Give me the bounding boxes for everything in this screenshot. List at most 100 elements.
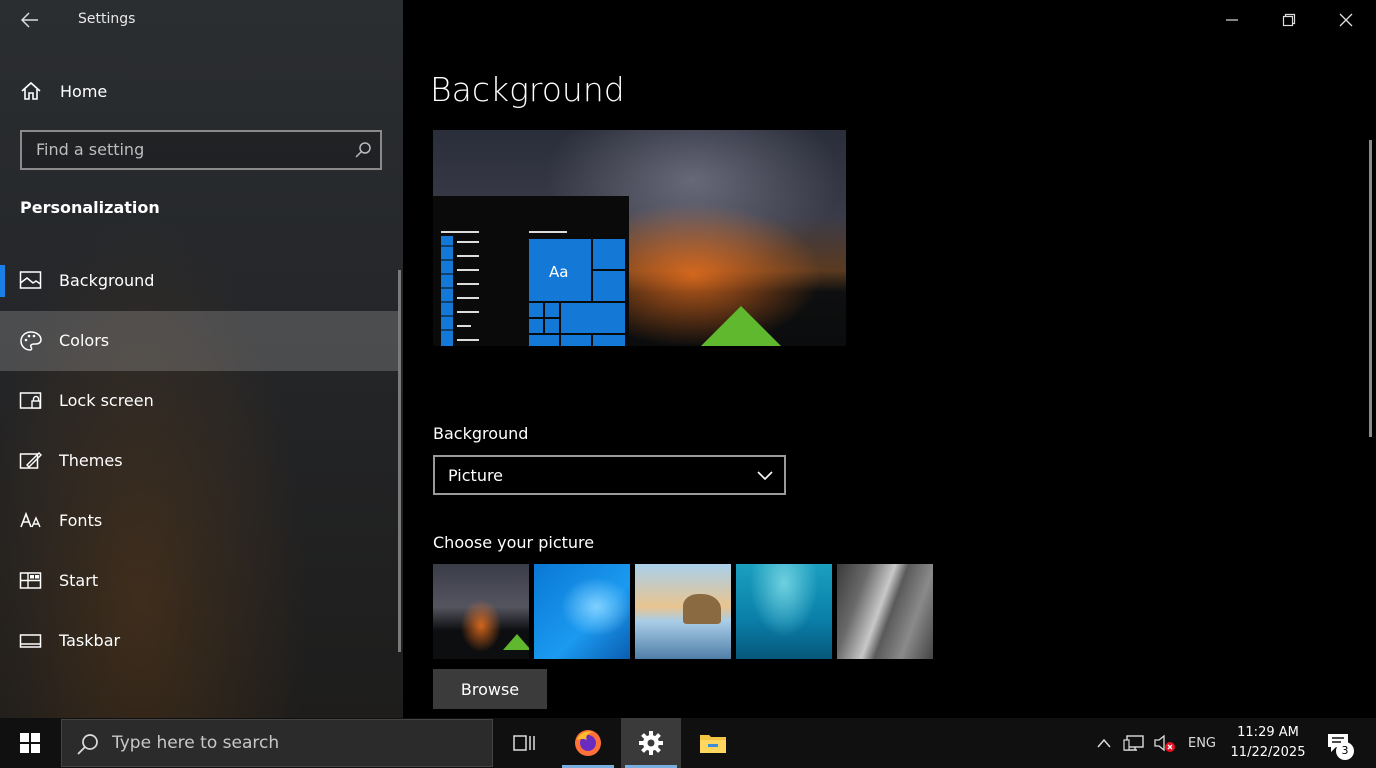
preview-tile-text: Aa — [549, 263, 569, 281]
taskbar: ENG 11:29 AM 11/22/2025 3 — [0, 718, 1376, 768]
volume-muted-icon — [1154, 734, 1175, 752]
show-hidden-icons-button[interactable] — [1092, 718, 1116, 768]
network-tray-button[interactable] — [1121, 718, 1147, 768]
close-icon — [1339, 13, 1353, 27]
browse-button[interactable]: Browse — [433, 669, 547, 709]
palette-icon — [20, 331, 42, 351]
chevron-up-icon — [1097, 738, 1111, 748]
background-preview: Aa — [433, 130, 846, 346]
firefox-taskbar-button[interactable] — [558, 718, 618, 768]
network-icon — [1123, 735, 1144, 751]
nav-item-start[interactable]: Start — [0, 551, 398, 611]
nav-item-label: Background — [59, 271, 155, 290]
preview-tile — [529, 335, 559, 346]
home-icon — [21, 81, 41, 100]
minimize-icon — [1226, 19, 1238, 21]
task-view-icon — [513, 735, 535, 751]
notification-count-badge: 3 — [1336, 742, 1354, 760]
picture-thumbnail-night-sky[interactable] — [433, 564, 529, 659]
preview-tent-graphic — [701, 306, 781, 346]
nav-item-label: Fonts — [59, 511, 103, 530]
preview-tile — [561, 335, 591, 346]
picture-thumbnail-rock-cliff[interactable] — [837, 564, 933, 659]
nav-item-label: Colors — [59, 331, 110, 350]
nav-item-label: Themes — [59, 451, 123, 470]
main-scrollbar[interactable] — [1369, 140, 1372, 437]
picture-thumbnail-underwater[interactable] — [736, 564, 832, 659]
dropdown-selected-value: Picture — [448, 466, 504, 485]
nav-item-label: Taskbar — [59, 631, 121, 650]
fonts-icon — [20, 511, 41, 528]
folder-icon — [700, 735, 726, 753]
themes-icon — [19, 452, 42, 469]
search-icon[interactable] — [354, 141, 372, 159]
find-setting-input[interactable] — [36, 140, 336, 159]
windows-logo-icon — [20, 733, 40, 753]
nav-item-lock-screen[interactable]: Lock screen — [0, 371, 398, 431]
preview-tile — [545, 303, 559, 317]
home-nav-item[interactable]: Home — [0, 70, 400, 114]
preview-start-menu: Aa — [433, 196, 629, 346]
back-arrow-icon — [21, 12, 38, 28]
settings-sidebar: Settings Home Personalization Background… — [0, 0, 403, 718]
home-label: Home — [60, 82, 108, 101]
personalization-nav: Background Colors Lock screen Themes Fon… — [0, 251, 398, 671]
picture-thumbnail-beach-rocks[interactable] — [635, 564, 731, 659]
preview-tile — [593, 335, 625, 346]
close-button[interactable] — [1318, 0, 1374, 40]
nav-item-label: Start — [59, 571, 99, 590]
firefox-icon — [575, 730, 601, 756]
clock-button[interactable]: 11:29 AM 11/22/2025 — [1222, 723, 1314, 763]
preview-tile — [593, 239, 625, 269]
gear-icon — [639, 731, 663, 755]
section-title-personalization: Personalization — [20, 198, 160, 217]
choose-picture-label: Choose your picture — [433, 533, 595, 552]
minimize-button[interactable] — [1204, 0, 1260, 40]
picture-icon — [19, 271, 42, 289]
preview-start-header-line — [529, 231, 567, 233]
screen: Settings Home Personalization Background… — [0, 0, 1376, 768]
preview-tile — [545, 319, 559, 333]
start-icon — [19, 572, 42, 589]
taskbar-search-box — [61, 719, 493, 767]
picture-thumbnail-windows-blue[interactable] — [534, 564, 630, 659]
chevron-down-icon — [757, 471, 773, 481]
main-content: Background Aa Background Picture Choose … — [403, 0, 1376, 718]
clock-time: 11:29 AM — [1237, 725, 1299, 740]
title-bar: Settings — [0, 0, 403, 40]
preview-tile — [593, 271, 625, 301]
page-title: Background — [430, 70, 625, 109]
preview-start-list — [441, 231, 479, 346]
nav-item-themes[interactable]: Themes — [0, 431, 398, 491]
task-view-button[interactable] — [494, 718, 554, 768]
picture-thumbnails — [433, 564, 933, 659]
restore-button[interactable] — [1261, 0, 1317, 40]
sidebar-scrollbar[interactable] — [398, 270, 401, 652]
preview-tile — [529, 319, 543, 333]
app-title: Settings — [78, 11, 136, 27]
lock-screen-icon — [19, 392, 42, 409]
preview-tile — [561, 303, 625, 333]
preview-tile-large: Aa — [529, 239, 591, 301]
settings-taskbar-button[interactable] — [621, 718, 681, 768]
input-language-button[interactable]: ENG — [1182, 718, 1222, 768]
find-setting-search — [20, 130, 382, 170]
restore-icon — [1282, 13, 1296, 27]
background-type-label: Background — [433, 424, 529, 443]
back-button[interactable] — [14, 8, 46, 32]
start-button[interactable] — [0, 718, 60, 768]
nav-item-fonts[interactable]: Fonts — [0, 491, 398, 551]
volume-tray-button[interactable] — [1150, 718, 1178, 768]
taskbar-icon — [19, 634, 42, 648]
search-icon — [77, 734, 98, 755]
preview-tile — [529, 303, 543, 317]
nav-item-background[interactable]: Background — [0, 251, 398, 311]
action-center-button[interactable] — [1316, 718, 1360, 768]
nav-item-colors[interactable]: Colors — [0, 311, 398, 371]
nav-item-taskbar[interactable]: Taskbar — [0, 611, 398, 671]
file-explorer-taskbar-button[interactable] — [683, 718, 743, 768]
taskbar-search-input[interactable] — [112, 733, 472, 753]
nav-item-label: Lock screen — [59, 391, 154, 410]
clock-date: 11/22/2025 — [1230, 745, 1306, 760]
background-type-dropdown[interactable]: Picture — [433, 455, 786, 495]
